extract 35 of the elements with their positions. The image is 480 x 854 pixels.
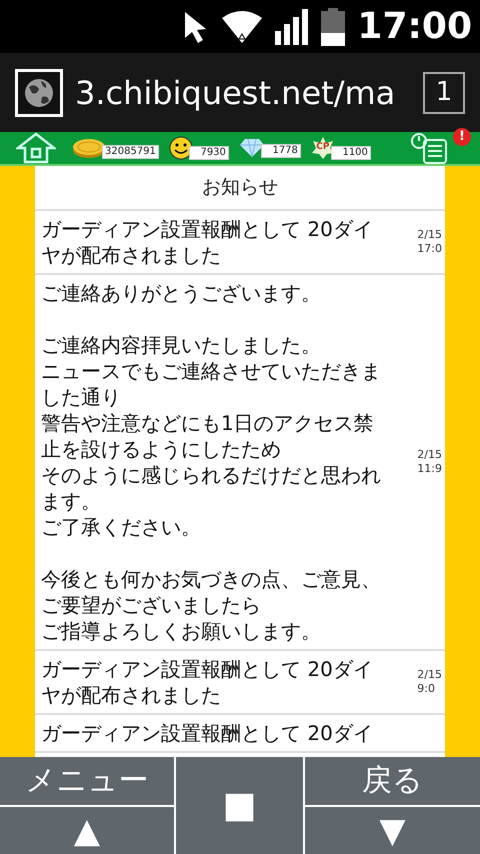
alert-badge: ! <box>453 128 471 146</box>
notice-text: ご指導よろしくお願いします。 <box>41 618 322 644</box>
notice-date: 2/15 9:0 <box>417 668 442 696</box>
home-icon[interactable] <box>16 132 56 164</box>
notice-text: ガーディアン設置報酬として 20ダイ <box>41 720 374 746</box>
notice-text: 今後とも何かお気づきの点、ご意見、ご要望がございましたら <box>41 566 382 618</box>
scroll-down-button[interactable]: ▼ <box>305 807 480 854</box>
notice-text: ガーディアン設置報酬として 20ダイヤが配布されました <box>41 216 374 268</box>
url-text[interactable]: 3.chibiquest.net/ma <box>75 76 396 108</box>
notice-text: そのように感じられるだけだと思われます。 <box>41 462 382 514</box>
battery-icon <box>321 8 346 46</box>
counter-value: 1778 <box>260 144 301 158</box>
notice-text: ご連絡ありがとうございます。 <box>41 280 322 306</box>
notice-text: ご連絡内容拝見いたしました。 <box>41 332 322 358</box>
wifi-icon <box>221 10 264 44</box>
back-button[interactable]: 戻る <box>305 757 480 805</box>
notice-date: 2/15 17:0 <box>417 228 442 256</box>
clock-time: 17:00 <box>357 8 472 44</box>
notice-date: 2/15 11:9 <box>417 448 442 476</box>
notice-text: ガーディアン設置報酬として 20ダイヤが配布されました <box>41 656 374 708</box>
counter-value: 1100 <box>330 146 371 160</box>
notice-text: ニュースでもご連絡させていただきました通り <box>41 358 382 410</box>
stop-button[interactable]: ■ <box>176 757 303 854</box>
coin-icon <box>72 137 106 159</box>
menu-button[interactable]: メニュー <box>0 757 174 805</box>
scroll-up-button[interactable]: ▲ <box>0 807 174 854</box>
notice-list-icon[interactable] <box>410 132 450 164</box>
counter-value: 32085791 <box>102 145 159 159</box>
tab-count[interactable]: 1 <box>423 72 465 114</box>
notice-text: 警告や注意などにも1日のアクセス禁止を設けるようにしたため <box>41 410 375 462</box>
notice-heading: お知らせ <box>35 166 445 211</box>
signal-icon <box>275 8 310 44</box>
globe-icon[interactable] <box>15 68 63 116</box>
notice-text: ご了承ください。 <box>41 514 202 540</box>
counter-value: 7930 <box>188 146 229 160</box>
